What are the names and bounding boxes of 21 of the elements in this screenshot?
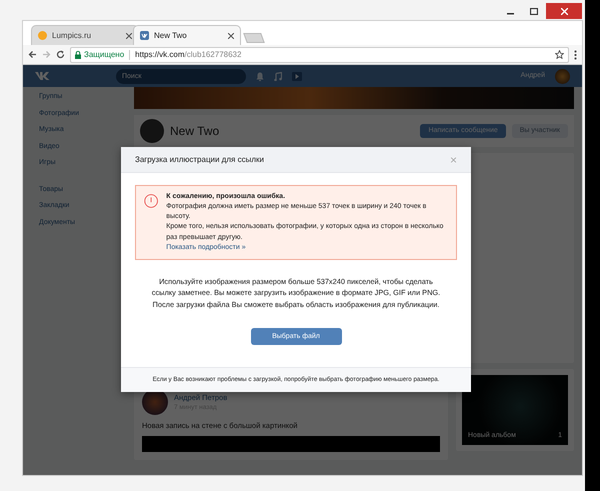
group-name: New Two — [170, 123, 220, 140]
close-icon[interactable] — [126, 32, 132, 38]
favicon-icon — [38, 31, 47, 40]
maximize-icon — [530, 8, 538, 14]
dialog-title: Загрузка иллюстрации для ссылки — [135, 154, 264, 166]
close-icon — [560, 8, 568, 14]
favicon-icon — [140, 31, 149, 40]
back-icon[interactable] — [28, 50, 37, 59]
star-icon[interactable] — [555, 50, 564, 59]
lock-icon — [75, 50, 81, 58]
close-button[interactable]: × — [450, 154, 457, 166]
security-label: Защищено — [84, 48, 124, 60]
browser-tab[interactable]: New Two — [133, 25, 241, 45]
address-bar[interactable]: Защищено https://vk.com/club162778632 — [70, 46, 569, 62]
url-text: https://vk.com/club162778632 — [135, 48, 242, 60]
close-icon[interactable] — [228, 32, 234, 38]
close-button[interactable] — [546, 3, 582, 19]
reload-icon[interactable] — [56, 50, 65, 59]
menu-icon[interactable] — [574, 50, 577, 60]
group-avatar — [140, 119, 164, 143]
warning-icon — [144, 192, 158, 210]
